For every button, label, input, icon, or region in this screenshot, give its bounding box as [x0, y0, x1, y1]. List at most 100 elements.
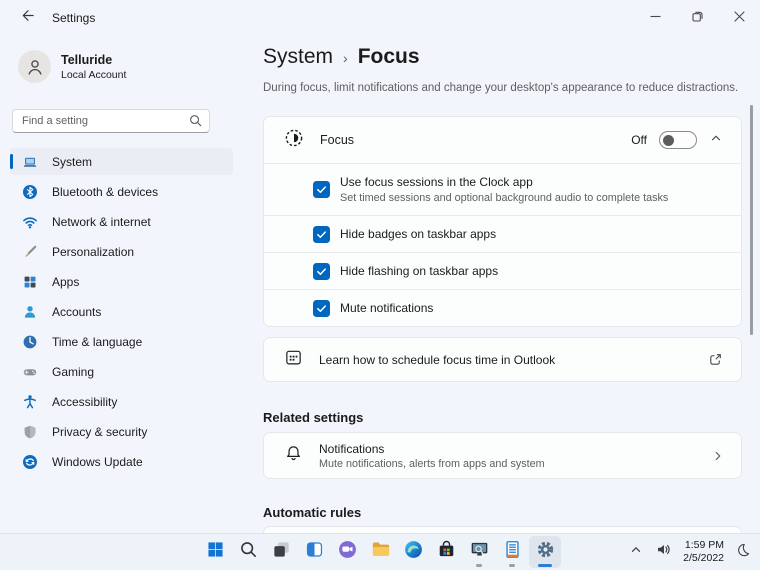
focus-option-mute-notifications[interactable]: Mute notifications [264, 289, 741, 326]
task-view-button[interactable] [265, 536, 297, 568]
checkbox-checked[interactable] [313, 299, 330, 317]
tray-time: 1:59 PM [684, 539, 724, 551]
sidebar-item-label: Windows Update [52, 454, 143, 469]
accessibility-icon [22, 394, 38, 410]
active-window-indicator [538, 564, 552, 567]
update-arrows-icon [22, 454, 38, 470]
window-title: Settings [52, 11, 96, 25]
notifications-description: Mute notifications, alerts from apps and… [319, 457, 545, 470]
window-controls [634, 0, 760, 36]
volume-button[interactable] [652, 537, 675, 567]
hidden-icons-button[interactable] [626, 537, 646, 567]
restore-icon [691, 9, 703, 27]
sidebar-item-gaming[interactable]: Gaming [10, 358, 233, 385]
profile-type: Local Account [61, 68, 127, 81]
monitor-magnifier-icon [469, 539, 490, 565]
external-link-icon [708, 352, 723, 367]
close-icon [733, 9, 745, 27]
titlebar: Settings [0, 0, 760, 36]
close-button[interactable] [718, 0, 760, 36]
settings-app-button[interactable] [529, 536, 561, 568]
notifications-card[interactable]: Notifications Mute notifications, alerts… [263, 432, 742, 479]
notes-app-button[interactable] [496, 536, 528, 568]
focus-option-clock-sessions[interactable]: Use focus sessions in the Clock app Set … [264, 163, 741, 215]
option-label: Mute notifications [340, 301, 434, 315]
wifi-icon [22, 214, 38, 230]
widgets-button[interactable] [298, 536, 330, 568]
sidebar-item-label: System [52, 154, 93, 169]
sidebar-item-network-internet[interactable]: Network & internet [10, 208, 233, 235]
automatic-rules-heading: Automatic rules [263, 505, 362, 520]
sidebar-item-label: Accessibility [52, 394, 118, 409]
task-view-icon [271, 539, 292, 565]
sidebar-nav: System Bluetooth & devices Network & int… [0, 148, 243, 475]
search-icon [238, 539, 259, 565]
brush-icon [22, 244, 38, 260]
store-bag-icon [436, 539, 457, 565]
sidebar-item-personalization[interactable]: Personalization [10, 238, 233, 265]
sidebar-item-accounts[interactable]: Accounts [10, 298, 233, 325]
file-explorer-button[interactable] [364, 536, 396, 568]
screen-tool-button[interactable] [463, 536, 495, 568]
toggle-knob [663, 134, 674, 146]
focus-option-hide-flashing[interactable]: Hide flashing on taskbar apps [264, 252, 741, 289]
calendar-icon [284, 348, 303, 372]
moon-icon [735, 542, 751, 563]
breadcrumb-system[interactable]: System [263, 45, 333, 69]
search-input[interactable] [12, 109, 210, 133]
focus-toggle[interactable] [659, 131, 697, 149]
sidebar-item-bluetooth-devices[interactable]: Bluetooth & devices [10, 178, 233, 205]
automatic-rules-card-partial[interactable] [263, 526, 742, 533]
folder-icon [370, 539, 391, 565]
focus-expander-header[interactable]: Focus Off [264, 117, 741, 163]
breadcrumb: System › Focus [263, 45, 742, 69]
settings-body: Telluride Local Account System [0, 36, 760, 533]
focus-option-hide-badges[interactable]: Hide badges on taskbar apps [264, 215, 741, 252]
account-profile[interactable]: Telluride Local Account [18, 50, 243, 83]
bell-icon [284, 444, 303, 468]
sidebar-item-accessibility[interactable]: Accessibility [10, 388, 233, 415]
notifications-title: Notifications [319, 441, 385, 456]
taskbar-search-button[interactable] [232, 536, 264, 568]
sidebar-item-privacy-security[interactable]: Privacy & security [10, 418, 233, 445]
chevron-right-icon [711, 449, 725, 463]
sidebar-item-label: Personalization [52, 244, 135, 259]
sidebar-item-system[interactable]: System [10, 148, 233, 175]
laptop-icon [22, 154, 38, 170]
taskbar: 1:59 PM 2/5/2022 [0, 533, 760, 570]
sidebar-item-label: Time & language [52, 334, 143, 349]
profile-name: Telluride [61, 52, 113, 67]
restore-button[interactable] [676, 0, 718, 36]
taskbar-clock[interactable]: 1:59 PM 2/5/2022 [681, 539, 726, 565]
checkbox-checked[interactable] [313, 181, 330, 198]
sidebar-item-windows-update[interactable]: Windows Update [10, 448, 233, 475]
clock-globe-icon [22, 334, 38, 350]
sidebar-item-apps[interactable]: Apps [10, 268, 233, 295]
sidebar-item-label: Network & internet [52, 214, 151, 229]
minimize-button[interactable] [634, 0, 676, 36]
sidebar-item-time-language[interactable]: Time & language [10, 328, 233, 355]
page-description: During focus, limit notifications and ch… [263, 82, 739, 94]
chevron-up-icon[interactable] [709, 131, 723, 150]
gear-icon [535, 539, 556, 565]
start-button[interactable] [199, 536, 231, 568]
back-button[interactable] [14, 6, 40, 30]
store-button[interactable] [430, 536, 462, 568]
shield-icon [22, 424, 38, 440]
running-indicator [509, 564, 515, 567]
checkbox-checked[interactable] [313, 262, 330, 280]
settings-window: Settings Telluride Local Account Find a … [0, 0, 760, 570]
sidebar-item-label: Gaming [52, 364, 95, 379]
edge-button[interactable] [397, 536, 429, 568]
notepad-icon [502, 539, 523, 565]
focus-assist-button[interactable] [732, 537, 754, 567]
taskbar-center-icons [199, 536, 561, 568]
edge-browser-icon [403, 539, 424, 565]
speaker-icon [655, 541, 672, 563]
vertical-scrollbar[interactable] [750, 105, 753, 335]
windows-start-icon [205, 539, 226, 565]
chat-button[interactable] [331, 536, 363, 568]
checkbox-checked[interactable] [313, 225, 330, 243]
outlook-link-card[interactable]: Learn how to schedule focus time in Outl… [263, 337, 742, 382]
running-indicator [476, 564, 482, 567]
